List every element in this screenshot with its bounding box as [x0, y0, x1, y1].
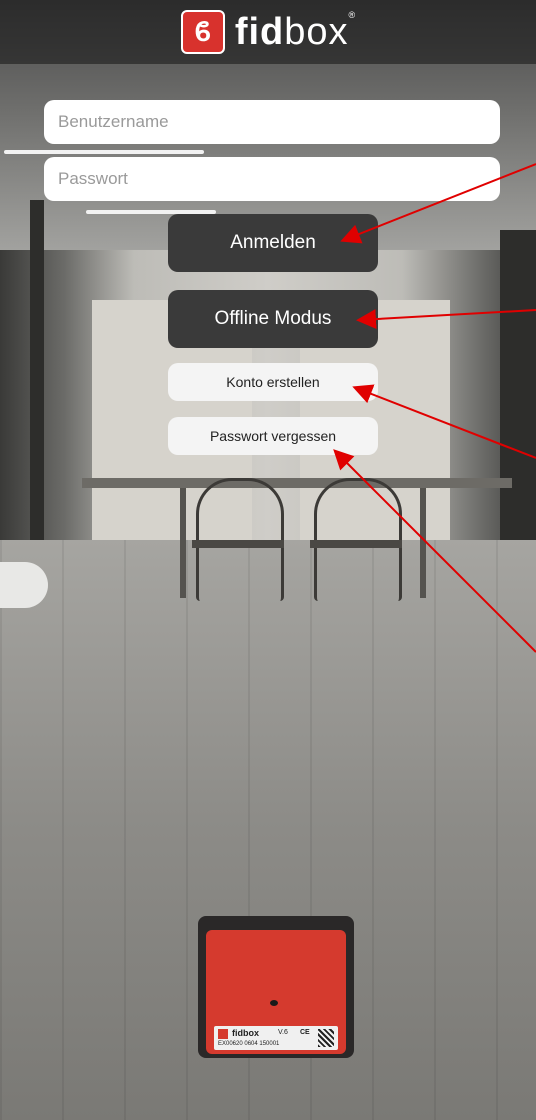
app-header: ϐ fidbox ® — [0, 0, 536, 64]
fidbox-device: fidbox V.6 CE EX00620 0604 150001 — [206, 930, 346, 1054]
login-button[interactable]: Anmelden — [168, 214, 378, 272]
table-leg — [420, 488, 426, 598]
device-label-name: fidbox — [232, 1028, 259, 1038]
registered-mark: ® — [348, 10, 356, 20]
brand-name: fidbox — [235, 11, 349, 54]
forgot-password-button[interactable]: Passwort vergessen — [168, 417, 378, 455]
chair-seat — [192, 540, 284, 548]
pillar — [500, 230, 536, 570]
pillar — [30, 200, 44, 560]
device-logo-icon — [218, 1029, 228, 1039]
device-label-version: V.6 — [278, 1029, 288, 1036]
username-input[interactable] — [44, 100, 500, 144]
offline-mode-button[interactable]: Offline Modus — [168, 290, 378, 348]
brand-name-light: box — [284, 10, 349, 53]
stool — [0, 562, 48, 608]
device-hole — [270, 1000, 278, 1006]
device-label-ce: CE — [300, 1029, 310, 1036]
device-label: fidbox V.6 CE EX00620 0604 150001 — [214, 1026, 338, 1050]
ceiling-light — [4, 150, 204, 154]
fidbox-logo-icon: ϐ — [180, 10, 225, 54]
chair-seat — [310, 540, 402, 548]
create-account-button[interactable]: Konto erstellen — [168, 363, 378, 401]
qr-code-icon — [318, 1029, 334, 1047]
password-input[interactable] — [44, 157, 500, 201]
device-label-serial: EX00620 0604 150001 — [218, 1041, 280, 1047]
table — [82, 478, 512, 488]
table-leg — [180, 488, 186, 598]
brand-name-bold: fid — [234, 10, 285, 53]
